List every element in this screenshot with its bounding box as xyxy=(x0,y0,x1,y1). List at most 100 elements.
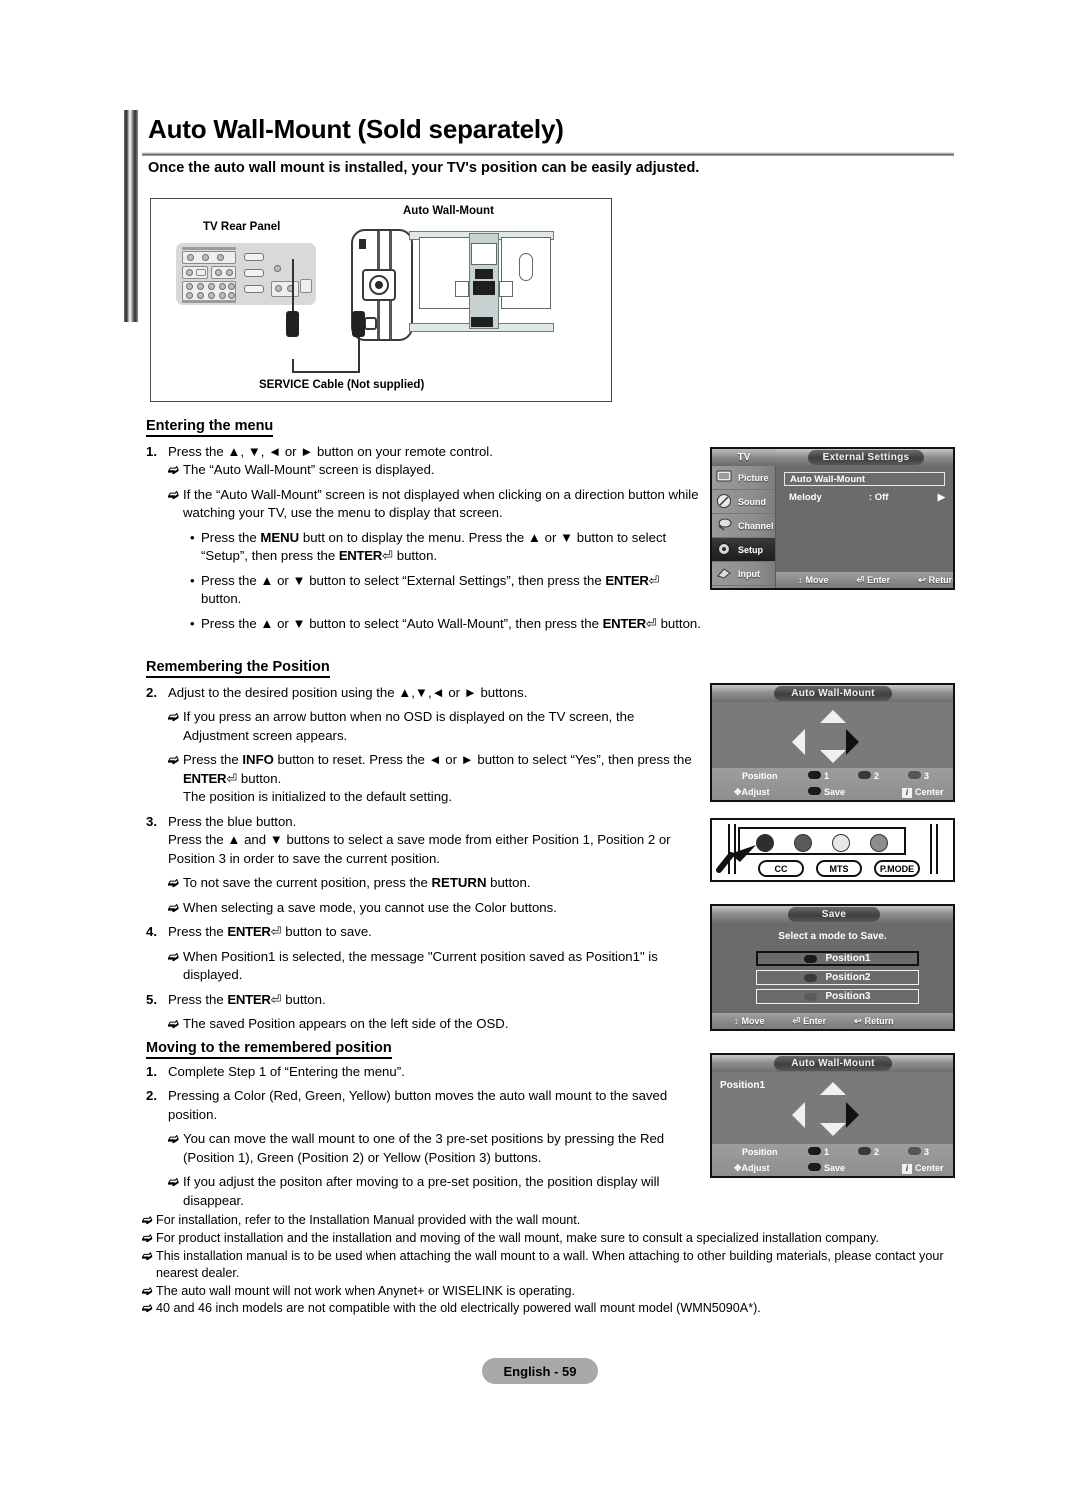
saved-position-label: Position1 xyxy=(720,1080,766,1091)
return-icon: ↩ xyxy=(918,574,926,585)
position-button-1[interactable]: 1 xyxy=(808,1147,829,1157)
osd-titlebar: Save xyxy=(712,906,953,923)
connection-diagram: Auto Wall-Mount TV Rear Panel SERVICE Ca… xyxy=(150,198,612,402)
save-option-label: Position2 xyxy=(825,972,871,983)
blue-button[interactable] xyxy=(870,834,888,852)
return-button-label: RETURN xyxy=(431,875,487,891)
footer-enter: ⏎ Enter xyxy=(793,1016,827,1027)
center-action[interactable]: i Center xyxy=(902,1163,944,1174)
footer-label: Return xyxy=(928,575,955,585)
sidebar-item-label: Input xyxy=(738,568,760,579)
bullet-item: ➫ When selecting a save mode, you cannot… xyxy=(146,899,701,917)
sidebar-item-sound[interactable]: Sound xyxy=(712,490,775,514)
sidebar-item-label: Sound xyxy=(738,496,766,507)
step-text-b: button. xyxy=(281,991,326,1007)
arrow-bullet-icon: ➫ xyxy=(142,1283,153,1298)
mts-button[interactable]: MTS xyxy=(816,860,862,877)
bullet-text-d: The position is initialized to the defau… xyxy=(183,789,453,805)
step-text: Complete Step 1 of “Entering the menu”. xyxy=(168,1064,405,1079)
page-footer-badge: English - 59 xyxy=(482,1358,598,1384)
step-item: 5. Press the ENTER⏎ button. xyxy=(146,991,701,1009)
bullet-item: ➫ You can move the wall mount to one of … xyxy=(146,1130,701,1167)
enter-key-icon: ⏎ xyxy=(270,924,282,940)
save-prompt: Select a mode to Save. xyxy=(778,931,887,942)
enter-key-icon: ⏎ xyxy=(270,991,282,1007)
bullet-text: If you press an arrow button when no OSD… xyxy=(183,709,635,743)
bullet-item: ➫ When Position1 is selected, the messag… xyxy=(146,948,701,985)
step-text: Press the ▲, ▼, ◄ or ► button on your re… xyxy=(168,444,493,459)
red-button[interactable] xyxy=(756,834,774,852)
center-action[interactable]: i Center xyxy=(902,787,944,798)
osd-auto-wall-mount-adjust: Auto Wall-Mount Position 1 2 3 ✥Adjust S… xyxy=(710,683,955,802)
arrow-up-icon[interactable] xyxy=(820,710,846,723)
green-button[interactable] xyxy=(794,834,812,852)
osd-footer: ↕ Move ⏎ Enter ↩ Return xyxy=(712,1013,953,1029)
info-button-label: INFO xyxy=(242,752,274,768)
bullet-text: Press the INFO button to reset. Press th… xyxy=(183,751,701,806)
save-option-position2[interactable]: Position2 xyxy=(756,970,919,985)
sidebar-item-picture[interactable]: Picture xyxy=(712,466,775,490)
osd-external-settings: TV External Settings Picture Sound Chann… xyxy=(710,447,955,590)
position-label: Position xyxy=(742,771,778,781)
arrow-right-icon[interactable] xyxy=(846,1102,859,1128)
updown-icon: ↕ xyxy=(734,1016,739,1026)
section-heading-remembering-position: Remembering the Position xyxy=(146,659,330,678)
cc-button[interactable]: CC xyxy=(758,860,804,877)
bullet-text: The “Auto Wall-Mount” screen is displaye… xyxy=(183,462,435,478)
enter-key-icon: ⏎ xyxy=(645,615,657,631)
pointer-arrow-icon xyxy=(716,842,758,881)
position-number: 3 xyxy=(924,771,930,781)
figure-label-wall-mount: Auto Wall-Mount xyxy=(403,205,494,217)
menu-item-melody[interactable]: Melody : Off ▶ xyxy=(784,490,945,504)
dot-bullet-icon: • xyxy=(190,572,195,588)
position-button-2[interactable]: 2 xyxy=(858,1147,879,1157)
position-button-2[interactable]: 2 xyxy=(858,771,879,781)
menu-item-value: : Off xyxy=(868,491,889,503)
enter-key-icon: ⏎ xyxy=(382,548,394,564)
save-action[interactable]: Save xyxy=(808,787,845,797)
position-button-3[interactable]: 3 xyxy=(908,1147,929,1157)
osd-tv-label: TV xyxy=(712,449,776,466)
osd-title: Save xyxy=(788,907,880,922)
menu-item-auto-wall-mount[interactable]: Auto Wall-Mount xyxy=(784,472,945,486)
cable-wire-left xyxy=(292,259,294,315)
chevron-right-icon: ▶ xyxy=(937,491,945,503)
statusbar-actions: ✥Adjust Save i Center xyxy=(712,1160,953,1176)
note-text: The auto wall mount will not work when A… xyxy=(156,1283,575,1298)
arrow-left-icon[interactable] xyxy=(792,729,805,755)
arrow-up-icon[interactable] xyxy=(820,1082,846,1095)
sidebar-item-input[interactable]: Input xyxy=(712,562,775,586)
bullet-item: ➫ If you adjust the positon after moving… xyxy=(146,1173,701,1210)
footer-notes: ➫ For installation, refer to the Install… xyxy=(142,1212,954,1318)
yellow-button[interactable] xyxy=(832,834,850,852)
enter-button-label: ENTER xyxy=(338,548,383,564)
sidebar-item-channel[interactable]: Channel xyxy=(712,514,775,538)
arrow-down-icon[interactable] xyxy=(820,750,846,763)
note-text: For installation, refer to the Installat… xyxy=(156,1213,581,1227)
save-option-label: Position1 xyxy=(825,953,871,964)
arrow-left-icon[interactable] xyxy=(792,1102,805,1128)
position-button-1[interactable]: 1 xyxy=(808,771,829,781)
arrow-bullet-icon: ➫ xyxy=(168,462,180,478)
note-text: This installation manual is to be used w… xyxy=(156,1248,944,1280)
pmode-button[interactable]: P.MODE xyxy=(874,860,920,877)
save-option-position3[interactable]: Position3 xyxy=(756,989,919,1004)
enter-button-label: ENTER xyxy=(227,991,271,1007)
step-item: 4. Press the ENTER⏎ button to save. xyxy=(146,923,701,941)
statusbar-positions: Position 1 2 3 xyxy=(712,1144,953,1160)
step-text-a: Press the xyxy=(168,924,228,940)
bullet-item: ➫ Press the INFO button to reset. Press … xyxy=(146,751,701,806)
sidebar-item-setup[interactable]: Setup xyxy=(712,538,775,562)
save-option-position1[interactable]: Position1 xyxy=(756,951,919,966)
save-action[interactable]: Save xyxy=(808,1163,845,1173)
step-text: Press the ENTER⏎ button. xyxy=(168,991,701,1009)
step-number: 2. xyxy=(146,1088,157,1104)
bullet-item: ➫ The “Auto Wall-Mount” screen is displa… xyxy=(146,461,701,479)
position-button-3[interactable]: 3 xyxy=(908,771,929,781)
arrow-bullet-icon: ➫ xyxy=(168,948,180,964)
osd-body: Select a mode to Save. Position1 Positio… xyxy=(712,923,953,1029)
footer-enter: ⏎ Enter xyxy=(857,575,891,586)
arrow-down-icon[interactable] xyxy=(820,1123,846,1136)
arrow-right-icon[interactable] xyxy=(846,729,859,755)
bullet-item: ➫ If the “Auto Wall-Mount” screen is not… xyxy=(146,486,701,523)
